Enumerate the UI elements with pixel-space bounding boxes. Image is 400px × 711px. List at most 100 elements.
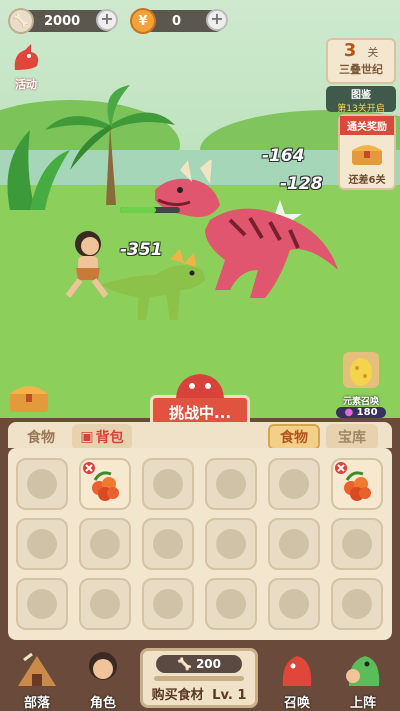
deploy-label: 上阵 [349, 696, 376, 711]
enemy-health-fill [120, 207, 156, 213]
character-button[interactable]: 角色 [72, 650, 134, 711]
inventory-slot[interactable] [142, 458, 194, 510]
coin-icon: ¥ [130, 8, 156, 34]
treasure-chest-icon [352, 145, 382, 165]
character-label: 角色 [89, 696, 116, 711]
challenge-label: 挑战中... [168, 403, 232, 422]
tribe-button[interactable]: 部落 [6, 650, 68, 711]
inventory-slot[interactable] [331, 458, 383, 510]
egg-cost: ● 180 [336, 407, 386, 418]
damage-number: -351 [120, 240, 163, 260]
damage-number: -164 [262, 146, 305, 166]
inventory-slot[interactable] [268, 458, 320, 510]
fern-bush-icon [7, 130, 70, 210]
inventory-slot[interactable] [16, 518, 68, 570]
clear-reward-panel[interactable]: 通关奖励 还差6关 [338, 114, 396, 190]
empty-slot-icon [216, 469, 246, 499]
add-bones-button[interactable]: + [96, 9, 118, 31]
empty-slot-icon [27, 589, 57, 619]
activity-button[interactable]: 活动 [8, 44, 44, 91]
empty-slot-icon [153, 469, 183, 499]
dragon-icon [14, 44, 39, 70]
codex-button[interactable]: 图鉴 第13关开启 [326, 86, 396, 114]
damage-number: -128 [280, 174, 323, 194]
tab-food-label: 食物 [27, 430, 55, 446]
red-dino-icon [282, 656, 312, 686]
buy-cost-value: 200 [195, 657, 221, 671]
berry-food-icon [83, 462, 119, 501]
coin-currency: ¥ 0 + [130, 8, 228, 34]
bag-icon: ▣ [80, 429, 94, 445]
tribe-label: 部落 [23, 696, 50, 711]
empty-slot-icon [90, 529, 120, 559]
reward-sub: 还差6关 [348, 175, 386, 186]
inventory-slot[interactable] [331, 518, 383, 570]
tab-food-active-label: 食物 [280, 430, 308, 446]
bone-amount: 2000 [44, 13, 81, 29]
empty-slot-icon [279, 529, 309, 559]
inventory-slot[interactable] [79, 518, 131, 570]
inventory-slot[interactable] [142, 518, 194, 570]
summon-button[interactable]: 召唤 [266, 650, 328, 711]
stage-number: 3 [343, 40, 357, 61]
inventory-slot[interactable] [16, 458, 68, 510]
inventory-slot[interactable] [268, 578, 320, 630]
inventory-slot[interactable] [142, 578, 194, 630]
inventory-slot[interactable] [331, 578, 383, 630]
empty-slot-icon [27, 529, 57, 559]
buy-label: 购买食材 [151, 688, 204, 703]
deploy-button[interactable]: 上阵 [332, 650, 394, 711]
buy-food-panel[interactable]: 🦴 200 购买食材 Lv. 1 [140, 648, 258, 708]
inventory-slot[interactable] [79, 578, 131, 630]
inventory-slot[interactable] [205, 578, 257, 630]
tab-vault-label: 宝库 [338, 430, 366, 446]
inventory-slot[interactable] [205, 518, 257, 570]
empty-slot-icon [279, 469, 309, 499]
empty-slot-icon [27, 469, 57, 499]
tab-bag[interactable]: ▣ 背包 [72, 424, 132, 450]
tribe-hut-icon [18, 652, 56, 686]
dino-head-icon [176, 374, 224, 398]
caveman-hero [65, 231, 109, 298]
inventory-slot[interactable] [205, 458, 257, 510]
era-name: 三叠世纪 [339, 63, 383, 76]
reward-title: 通关奖励 [340, 116, 394, 135]
tab-vault[interactable]: 宝库 [326, 424, 378, 450]
add-coins-button[interactable]: + [206, 9, 228, 31]
inventory-slot[interactable] [79, 458, 131, 510]
berry-food-icon [335, 462, 371, 501]
stage-unit: 关 [367, 46, 379, 59]
summon-label: 召唤 [283, 696, 310, 711]
egg-cost-value: 180 [356, 407, 378, 418]
empty-slot-icon [153, 589, 183, 619]
codex-label: 图鉴 [351, 90, 371, 101]
enemy-health-bar [120, 207, 180, 213]
green-dino-icon [346, 656, 380, 686]
treasure-chest-icon[interactable] [8, 378, 50, 414]
tab-food-header: 食物 [16, 424, 66, 450]
caveman-face-icon [89, 652, 117, 680]
bone-icon: 🦴 [8, 8, 34, 34]
activity-label: 活动 [15, 78, 37, 91]
empty-slot-icon [216, 529, 246, 559]
empty-slot-icon [153, 529, 183, 559]
buy-cost: 🦴 200 [156, 655, 242, 673]
empty-slot-icon [342, 589, 372, 619]
empty-slot-icon [216, 589, 246, 619]
bone-icon: 🦴 [176, 657, 192, 671]
empty-slot-icon [90, 589, 120, 619]
tab-food[interactable]: 食物 [268, 424, 320, 450]
buy-level: Lv. 1 [212, 688, 247, 703]
codex-sub: 第13关开启 [337, 104, 385, 114]
coin-amount: 0 [172, 13, 182, 29]
gem-icon: ● [344, 407, 354, 418]
inventory-slot[interactable] [16, 578, 68, 630]
egg-summon-button[interactable]: 元素召唤 ● 180 [336, 346, 386, 418]
egg-label: 元素召唤 [342, 397, 379, 407]
egg-icon [343, 352, 379, 388]
inventory-slot[interactable] [268, 518, 320, 570]
stage-info: 3 关 三叠世纪 [326, 38, 396, 84]
tab-bag-label: 背包 [95, 430, 124, 446]
empty-slot-icon [342, 529, 372, 559]
empty-slot-icon [279, 589, 309, 619]
